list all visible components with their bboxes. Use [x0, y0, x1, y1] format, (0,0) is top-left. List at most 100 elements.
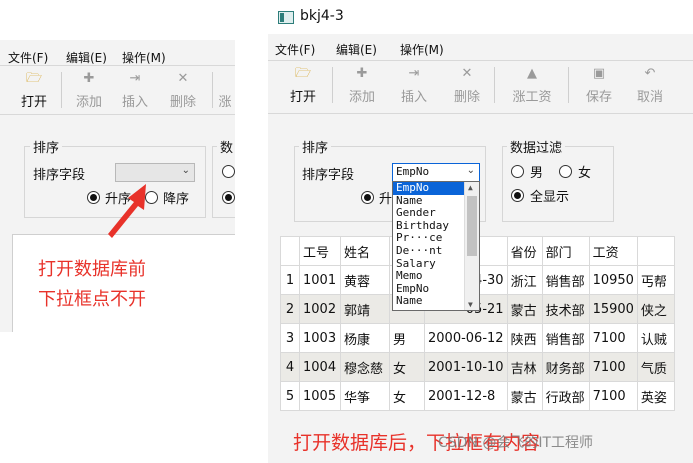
cell[interactable]: 销售部: [541, 265, 590, 295]
column-header[interactable]: 工资: [588, 236, 638, 266]
cell[interactable]: 1005: [299, 381, 341, 411]
cell[interactable]: 浙江: [506, 265, 543, 295]
cell[interactable]: 侠之: [636, 294, 675, 324]
row-header-corner: [280, 236, 300, 266]
cell[interactable]: 1003: [299, 323, 341, 353]
male-radio[interactable]: [511, 165, 524, 178]
left-raise-button[interactable]: ▲ 涨: [210, 66, 235, 114]
right-open-label: 打开: [289, 90, 316, 105]
table-row[interactable]: 4 1004 穆念慈 女 2001-10-10 吉林 财务部 7100 气质: [280, 352, 675, 382]
male-label: 男: [530, 166, 544, 181]
table-row[interactable]: 3 1003 杨康 男 2000-06-12 陕西 销售部 7100 认贼: [280, 323, 675, 353]
cell[interactable]: 7100: [588, 352, 638, 382]
cell[interactable]: 2001-10-10: [424, 352, 508, 382]
cell[interactable]: 1001: [299, 265, 341, 295]
cell[interactable]: 女: [389, 352, 425, 382]
cell[interactable]: 行政部: [541, 381, 590, 411]
column-header[interactable]: 省份: [506, 236, 543, 266]
right-save-button[interactable]: ▣ 保存: [576, 61, 622, 109]
right-menu-edit[interactable]: 编辑(E): [336, 41, 377, 58]
column-header[interactable]: [636, 236, 675, 266]
folder-open-icon: 🗁: [25, 71, 43, 86]
scroll-up-icon[interactable]: ▲: [468, 183, 473, 192]
cell[interactable]: 气质: [636, 352, 675, 382]
window-title: bkj4-3: [300, 8, 344, 24]
cell[interactable]: 7100: [588, 381, 638, 411]
row-number: 4: [280, 352, 300, 382]
toolbar-separator: [494, 67, 495, 103]
left-asc-radio[interactable]: [87, 191, 100, 204]
left-filter-group: [212, 146, 235, 218]
column-header[interactable]: 部门: [541, 236, 590, 266]
scrollbar-thumb[interactable]: [467, 196, 477, 256]
left-delete-button[interactable]: ✕ 删除: [160, 66, 206, 114]
right-cancel-button[interactable]: ↶ 取消: [627, 61, 673, 109]
column-header[interactable]: 姓名: [340, 236, 390, 266]
right-delete-label: 删除: [453, 90, 480, 105]
left-insert-label: 插入: [121, 95, 148, 110]
right-insert-button[interactable]: ⇥ 插入: [391, 61, 437, 109]
cell[interactable]: 10950: [588, 265, 638, 295]
left-filter-group-title: 数: [217, 137, 235, 156]
cell[interactable]: 2000-06-12: [424, 323, 508, 353]
cell[interactable]: 英姿: [636, 381, 675, 411]
cell[interactable]: 蒙古: [506, 381, 543, 411]
sort-field-dropdown-list[interactable]: EmpNo Name Gender Birthday Pr···ce De···…: [392, 181, 480, 311]
combo-value: EmpNo: [396, 165, 430, 178]
cell[interactable]: 财务部: [541, 352, 590, 382]
cell[interactable]: 华筝: [340, 381, 390, 411]
right-filter-group-title: 数据过滤: [507, 137, 566, 156]
right-sort-field-combo[interactable]: EmpNo ⌄: [392, 163, 480, 182]
cell[interactable]: 1004: [299, 352, 341, 382]
toolbar-separator: [568, 67, 569, 103]
cell[interactable]: 认贼: [636, 323, 675, 353]
cell[interactable]: 2001-12-8: [424, 381, 508, 411]
right-open-button[interactable]: 🗁 打开: [280, 61, 326, 109]
right-menu-operate[interactable]: 操作(M): [400, 41, 444, 58]
left-delete-label: 删除: [169, 95, 196, 110]
cell[interactable]: 15900: [588, 294, 638, 324]
cell[interactable]: 销售部: [541, 323, 590, 353]
undo-icon: ↶: [644, 66, 656, 81]
left-filter-radio[interactable]: [222, 165, 235, 178]
toolbar-separator: [332, 67, 333, 103]
left-menu-edit[interactable]: 编辑(E): [66, 49, 107, 66]
column-header[interactable]: 工号: [299, 236, 341, 266]
cell[interactable]: 穆念慈: [340, 352, 390, 382]
dropdown-scrollbar[interactable]: ▲ ▼: [464, 182, 479, 310]
left-filter-radio[interactable]: [222, 191, 235, 204]
left-toolbar: 🗁 打开 ✚ 添加 ⇥ 插入 ✕ 删除 ▲ 涨: [0, 65, 235, 115]
right-menu-file[interactable]: 文件(F): [275, 41, 315, 58]
cell[interactable]: 黄蓉: [340, 265, 390, 295]
cell[interactable]: 吉林: [506, 352, 543, 382]
cell[interactable]: 丐帮: [636, 265, 675, 295]
table-row[interactable]: 5 1005 华筝 女 2001-12-8 蒙古 行政部 7100 英姿: [280, 381, 675, 411]
left-add-label: 添加: [75, 95, 102, 110]
left-menu-file[interactable]: 文件(F): [8, 49, 48, 66]
right-asc-radio[interactable]: [361, 191, 374, 204]
cell[interactable]: 郭靖: [340, 294, 390, 324]
left-add-button[interactable]: ✚ 添加: [66, 66, 112, 114]
female-radio[interactable]: [559, 165, 572, 178]
cell[interactable]: 女: [389, 381, 425, 411]
app-window-icon: [278, 11, 294, 24]
csdn-watermark: CSDN @会飞的IT工程师: [438, 435, 594, 451]
show-all-radio[interactable]: [511, 189, 524, 202]
right-title-bar: bkj4-3: [268, 0, 693, 34]
left-menu-operate[interactable]: 操作(M): [122, 49, 166, 66]
left-open-button[interactable]: 🗁 打开: [11, 66, 57, 114]
cell[interactable]: 蒙古: [506, 294, 543, 324]
cell[interactable]: 杨康: [340, 323, 390, 353]
left-insert-button[interactable]: ⇥ 插入: [112, 66, 158, 114]
right-save-label: 保存: [585, 90, 612, 105]
cell[interactable]: 陕西: [506, 323, 543, 353]
cell[interactable]: 7100: [588, 323, 638, 353]
right-add-button[interactable]: ✚ 添加: [339, 61, 385, 109]
right-raise-salary-button[interactable]: ▲ 涨工资: [504, 61, 560, 109]
scroll-down-icon[interactable]: ▼: [468, 300, 473, 309]
cell[interactable]: 男: [389, 323, 425, 353]
row-number: 2: [280, 294, 300, 324]
right-delete-button[interactable]: ✕ 删除: [444, 61, 490, 109]
cell[interactable]: 技术部: [541, 294, 590, 324]
cell[interactable]: 1002: [299, 294, 341, 324]
